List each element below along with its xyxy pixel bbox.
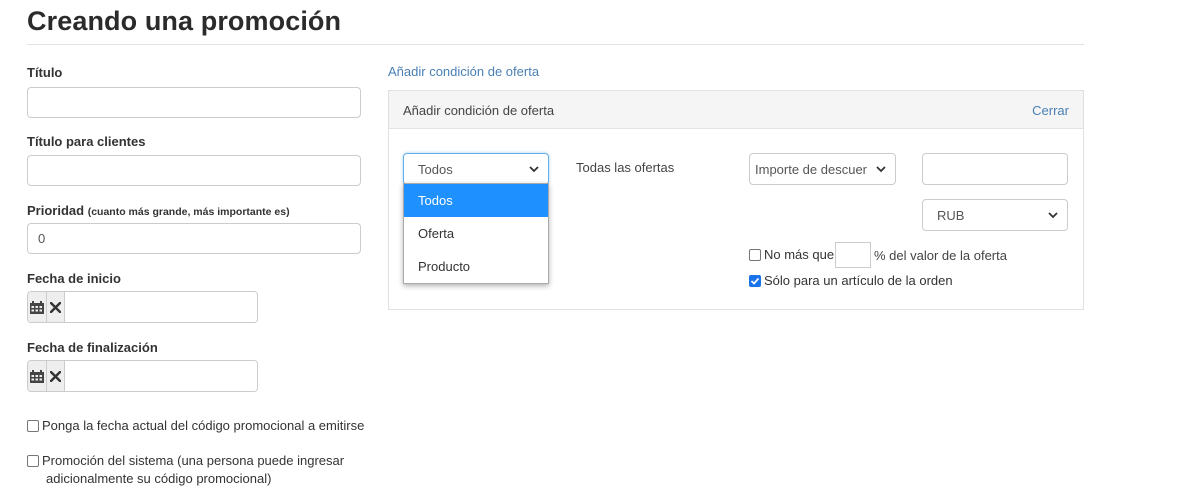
fecha-actual-label: Ponga la fecha actual del código promoci… <box>42 418 365 433</box>
scope-select[interactable]: Todos <box>403 153 549 185</box>
titulo-label: Título <box>27 65 63 80</box>
currency-select-value: RUB <box>937 207 965 223</box>
discount-type-select[interactable]: Importe de descuer <box>749 153 896 185</box>
titulo-input[interactable] <box>27 87 361 118</box>
chevron-down-icon <box>529 166 539 173</box>
fecha-inicio-group <box>27 291 258 323</box>
calendar-icon[interactable] <box>28 292 47 322</box>
chevron-down-icon <box>875 163 887 175</box>
fecha-actual-option: Ponga la fecha actual del código promoci… <box>27 417 364 435</box>
calendar-icon[interactable] <box>28 361 47 391</box>
condition-panel-header: Añadir condición de oferta Cerrar <box>389 91 1083 129</box>
promo-sistema-label: Promoción del sistema (una persona puede… <box>42 452 344 488</box>
discount-type-value: Importe de descuer <box>755 161 868 177</box>
clear-icon[interactable] <box>46 361 65 391</box>
amount-input[interactable] <box>922 153 1068 185</box>
no-more-than-label: No más que <box>764 247 835 262</box>
only-one-item-checkbox[interactable] <box>749 275 761 287</box>
add-condition-link[interactable]: Añadir condición de oferta <box>388 64 539 79</box>
fecha-fin-group <box>27 360 258 392</box>
fecha-actual-checkbox[interactable] <box>27 420 39 432</box>
scope-option-producto[interactable]: Producto <box>404 250 548 283</box>
no-more-than-checkbox[interactable] <box>749 249 761 261</box>
promo-sistema-label-line1: Promoción del sistema (una persona puede… <box>42 453 345 468</box>
close-button[interactable]: Cerrar <box>1032 103 1069 118</box>
only-one-item-option: Sólo para un artículo de la orden <box>749 272 953 290</box>
promo-sistema-label-line2: adicionalmente su código promocional) <box>46 471 272 486</box>
condition-panel-title: Añadir condición de oferta <box>403 103 555 118</box>
all-offers-text: Todas las ofertas <box>576 160 675 175</box>
scope-option-todos[interactable]: Todos <box>404 184 548 217</box>
fecha-fin-input[interactable] <box>65 361 257 391</box>
promo-sistema-checkbox[interactable] <box>27 455 39 467</box>
percent-suffix: % del valor de la oferta <box>874 248 1007 263</box>
scope-dropdown-list: Todos Oferta Producto <box>403 183 549 284</box>
chevron-down-icon <box>1048 212 1058 219</box>
clear-icon[interactable] <box>46 292 65 322</box>
fecha-inicio-label: Fecha de inicio <box>27 271 121 286</box>
prioridad-label: Prioridad (cuanto más grande, más import… <box>27 203 290 218</box>
fecha-fin-label: Fecha de finalización <box>27 340 158 355</box>
promo-sistema-option: Promoción del sistema (una persona puede… <box>27 452 344 488</box>
titulo-clientes-input[interactable] <box>27 155 361 186</box>
no-more-than-option: No más que <box>749 246 834 264</box>
fecha-inicio-input[interactable] <box>65 292 257 322</box>
no-more-than-input[interactable] <box>835 242 871 268</box>
scope-option-oferta[interactable]: Oferta <box>404 217 548 250</box>
prioridad-hint: (cuanto más grande, más importante es) <box>87 206 290 218</box>
prioridad-label-text: Prioridad <box>27 203 85 218</box>
currency-select[interactable]: RUB <box>922 199 1068 231</box>
prioridad-input[interactable] <box>27 223 361 254</box>
title-divider <box>27 44 1084 45</box>
scope-select-value: Todos <box>418 161 453 177</box>
titulo-clientes-label: Título para clientes <box>27 134 146 149</box>
only-one-item-label: Sólo para un artículo de la orden <box>764 273 953 288</box>
page-title: Creando una promoción <box>27 6 342 36</box>
check-icon <box>750 277 760 285</box>
